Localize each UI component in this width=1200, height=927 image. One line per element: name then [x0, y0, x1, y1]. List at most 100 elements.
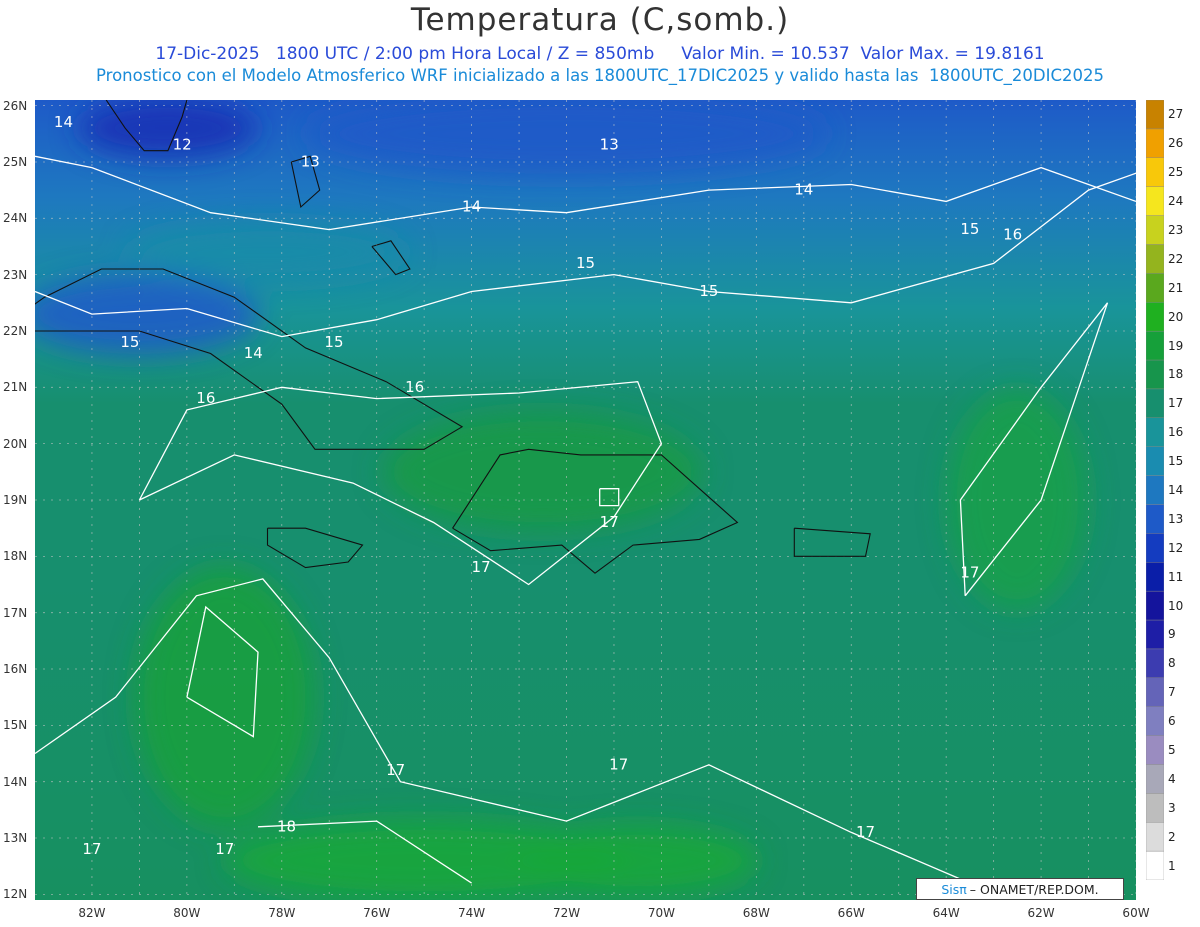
- contour-label: 14: [794, 181, 813, 199]
- colorbar-cell: [1146, 822, 1164, 852]
- colorbar-cell: [1146, 590, 1164, 621]
- colorbar: [1146, 100, 1164, 880]
- contour-label: 15: [699, 282, 718, 300]
- contour-label: 17: [609, 755, 628, 773]
- colorbar-tick: 17: [1168, 396, 1184, 411]
- colorbar-tick: 2: [1168, 829, 1176, 844]
- lat-label: 24N: [3, 211, 28, 226]
- colorbar-cell: [1146, 619, 1164, 650]
- colorbar-cell: [1146, 128, 1164, 158]
- colorbar-tick: 3: [1168, 800, 1176, 815]
- lat-label: 14N: [3, 774, 28, 789]
- colorbar-tick: 12: [1168, 540, 1184, 555]
- min-value: Valor Min. = 10.537: [681, 44, 850, 64]
- colorbar-cell: [1146, 706, 1164, 736]
- colorbar-tick: 18: [1168, 367, 1184, 382]
- colorbar-tick: 27: [1168, 107, 1184, 122]
- colorbar-tick: 15: [1168, 454, 1184, 469]
- contour-label: 18: [277, 817, 296, 835]
- colorbar-tick: 11: [1168, 569, 1184, 584]
- colorbar-tick: 23: [1168, 223, 1184, 237]
- contour-label: 16: [1003, 226, 1022, 244]
- credit-box: Sisπ – ONAMET/REP.DOM.: [916, 878, 1124, 900]
- lon-label: 64W: [932, 906, 960, 920]
- colorbar-cell: [1146, 533, 1164, 563]
- contour-label: 14: [54, 113, 73, 131]
- contour-label: 15: [324, 333, 343, 351]
- colorbar-tick: 4: [1168, 771, 1176, 786]
- credit-text: – ONAMET/REP.DOM.: [969, 881, 1099, 897]
- lat-label: 23N: [3, 267, 28, 282]
- colorbar-cell: [1146, 359, 1164, 390]
- lat-label: 17N: [3, 605, 28, 620]
- colorbar-tick: 10: [1168, 598, 1184, 613]
- lon-label: 70W: [647, 906, 675, 920]
- max-value: Valor Max. = 19.8161: [860, 44, 1045, 64]
- subtitle-line: 17-Dic-2025 1800 UTC / 2:00 pm Hora Loca…: [0, 44, 1200, 64]
- colorbar-tick: 25: [1168, 165, 1184, 180]
- colorbar-tick: 16: [1168, 425, 1184, 440]
- colorbar-cell: [1146, 157, 1164, 187]
- colorbar-cell: [1146, 677, 1164, 707]
- forecast-date: 17-Dic-2025: [155, 44, 260, 64]
- contour-label: 17: [856, 823, 875, 841]
- colorbar-cell: [1146, 186, 1164, 216]
- colorbar-tick: 26: [1168, 136, 1184, 151]
- lon-label: 78W: [268, 906, 296, 920]
- lon-label: 60W: [1122, 906, 1150, 920]
- sispi-logo: Sisπ: [941, 881, 967, 897]
- colorbar-cell: [1146, 648, 1164, 678]
- lon-label: 82W: [78, 906, 106, 920]
- colorbar-cell: [1146, 793, 1164, 823]
- colorbar-tick: 22: [1168, 251, 1184, 266]
- lon-label: 68W: [742, 906, 770, 920]
- contour-label: 16: [405, 378, 424, 396]
- colorbar-tick: 20: [1168, 309, 1184, 324]
- colorbar-cell: [1146, 302, 1164, 332]
- colorbar-tick: 24: [1168, 194, 1184, 209]
- forecast-time: 1800 UTC / 2:00 pm Hora Local / Z = 850m…: [275, 44, 655, 64]
- colorbar-tick: 1: [1168, 858, 1176, 873]
- lat-label: 20N: [3, 436, 28, 451]
- colorbar-cell: [1146, 504, 1164, 534]
- temperature-map: 14 12 13 13 14 14 15 15 15 16 15 15 14 16 16 17 17 17 17 17…: [35, 100, 1136, 900]
- colorbar-cell: [1146, 446, 1164, 476]
- colorbar-cell: [1146, 388, 1164, 418]
- contour-label: 14: [244, 344, 263, 362]
- chart-title: Temperatura (C,somb.): [410, 2, 790, 38]
- temperature-region: [127, 222, 408, 283]
- colorbar-tick: 7: [1168, 685, 1176, 700]
- colorbar-cell: [1146, 330, 1164, 361]
- colorbar-cell: [1146, 273, 1164, 303]
- lon-label: 62W: [1027, 906, 1055, 920]
- temperature-region: [382, 411, 703, 532]
- lon-label: 72W: [552, 906, 581, 920]
- colorbar-cell: [1146, 475, 1164, 505]
- colorbar-tick: 9: [1168, 627, 1176, 642]
- lon-label: 66W: [837, 906, 865, 920]
- colorbar-tick: 8: [1168, 656, 1176, 671]
- model-info: Pronostico con el Modelo Atmosferico WRF…: [96, 66, 1104, 85]
- contour-label: 17: [960, 564, 979, 582]
- contour-label: 12: [173, 136, 192, 154]
- colorbar-cell: [1146, 562, 1164, 592]
- lon-label: 76W: [363, 906, 391, 920]
- lat-label: 16N: [3, 662, 28, 676]
- colorbar-cell: [1146, 735, 1164, 765]
- temperature-region: [134, 567, 315, 828]
- colorbar-tick: 14: [1168, 483, 1184, 497]
- contour-label: 17: [215, 840, 234, 858]
- colorbar-cell: [1146, 417, 1164, 447]
- contour-label: 17: [82, 840, 101, 858]
- lat-label: 19N: [3, 493, 28, 507]
- lon-label: 80W: [173, 906, 201, 920]
- colorbar-tick: 6: [1168, 714, 1176, 729]
- contour-label: 16: [196, 389, 215, 407]
- colorbar-tick: 19: [1168, 338, 1184, 353]
- lat-label: 15N: [3, 718, 28, 733]
- contour-label: 17: [600, 513, 619, 531]
- lat-label: 26N: [3, 98, 28, 113]
- contour-label: 17: [472, 558, 491, 576]
- temperature-region: [517, 825, 758, 896]
- lat-label: 13N: [3, 831, 28, 846]
